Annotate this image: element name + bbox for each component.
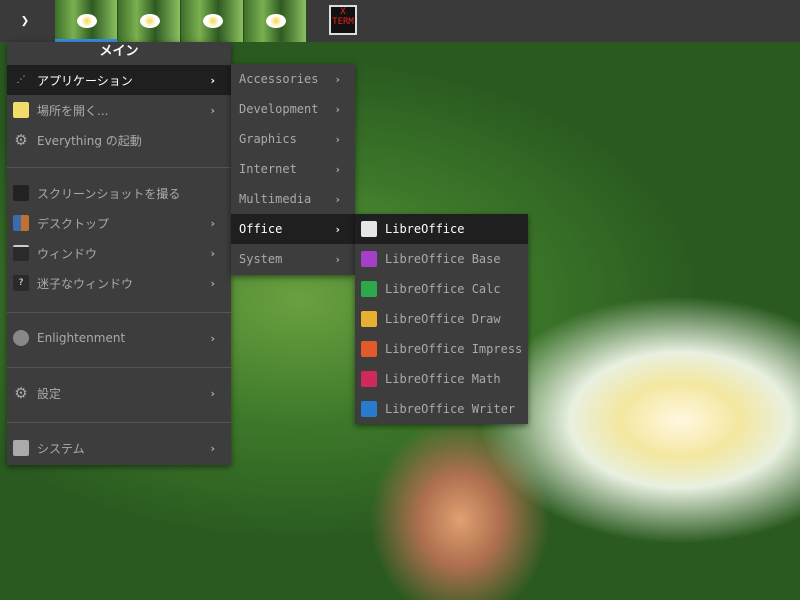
category-label: System: [239, 252, 283, 266]
chevron-right-icon: ›: [334, 72, 341, 86]
chevron-right-icon: ›: [210, 441, 215, 455]
gear-icon: ⚙: [14, 131, 28, 149]
menu-item-label: システム: [37, 441, 85, 456]
main-menu: メイン ⋰ アプリケーション › 場所を開く... › ⚙ Everything の起動スク…: [7, 42, 231, 465]
chevron-right-icon: ›: [334, 252, 341, 266]
desktop-4[interactable]: [244, 0, 307, 42]
applications-icon: ⋰: [16, 75, 26, 85]
libreoffice-icon: [361, 311, 377, 327]
chevron-right-icon: ›: [210, 103, 215, 117]
office-app-label: LibreOffice: [385, 222, 465, 236]
office-app-item[interactable]: LibreOffice Calc: [355, 274, 528, 304]
camera-icon: [13, 185, 29, 201]
desktop-2[interactable]: [118, 0, 181, 42]
desktop-pager: [55, 0, 307, 42]
office-app-item[interactable]: LibreOffice Impress: [355, 334, 528, 364]
menu-item-label: ウィンドウ: [37, 246, 98, 261]
chevron-right-icon: ›: [210, 331, 215, 345]
category-item[interactable]: Graphics ›: [231, 124, 355, 154]
chevron-right-icon: ›: [334, 192, 341, 206]
libreoffice-icon: [361, 221, 377, 237]
category-label: Internet: [239, 162, 297, 176]
menu-item-label: スクリーンショットを撮る: [37, 186, 181, 201]
office-app-label: LibreOffice Math: [385, 372, 501, 386]
monitor-icon: [13, 440, 29, 456]
lost-window-icon: ?: [13, 275, 29, 291]
category-label: Development: [239, 102, 319, 116]
libreoffice-icon: [361, 401, 377, 417]
xterm-label: X TERM: [332, 7, 354, 27]
category-label: Office: [239, 222, 283, 236]
chevron-right-icon: ›: [210, 386, 215, 400]
category-label: Accessories: [239, 72, 319, 86]
menu-item[interactable]: ウィンドウ ›: [7, 238, 231, 268]
menu-title: メイン: [99, 44, 139, 59]
office-submenu: LibreOffice LibreOffice Base LibreOffice C…: [355, 214, 528, 424]
menu-item-label: Enlightenment: [37, 331, 126, 345]
menu-separator: [7, 167, 231, 168]
menu-item[interactable]: デスクトップ ›: [7, 208, 231, 238]
office-app-item[interactable]: LibreOffice Writer: [355, 394, 528, 424]
chevron-right-icon: ›: [334, 132, 341, 146]
menu-separator: [7, 422, 231, 423]
category-label: Graphics: [239, 132, 297, 146]
office-app-item[interactable]: LibreOffice Draw: [355, 304, 528, 334]
menu-item[interactable]: ⚙ Everything の起動: [7, 125, 231, 155]
menu-separator: [7, 312, 231, 313]
libreoffice-icon: [361, 281, 377, 297]
office-app-item[interactable]: LibreOffice Base: [355, 244, 528, 274]
chevron-right-icon: ›: [334, 162, 341, 176]
menu-item[interactable]: ? 迷子なウィンドウ ›: [7, 268, 231, 298]
chevron-right-icon: ›: [210, 246, 215, 260]
desktop-1[interactable]: [55, 0, 118, 42]
libreoffice-icon: [361, 371, 377, 387]
chevron-down-icon[interactable]: ❯: [14, 10, 36, 32]
category-item[interactable]: Multimedia ›: [231, 184, 355, 214]
category-item[interactable]: Internet ›: [231, 154, 355, 184]
chevron-right-icon: ›: [334, 222, 341, 236]
applications-submenu: Accessories › Development › Graphics › Interne…: [231, 64, 355, 275]
chevron-right-icon: ›: [210, 276, 215, 290]
menu-item-label: 場所を開く...: [37, 103, 109, 118]
menu-item[interactable]: ⋰ アプリケーション ›: [7, 65, 231, 95]
menu-item-label: アプリケーション: [37, 73, 133, 88]
libreoffice-icon: [361, 341, 377, 357]
category-item[interactable]: Development ›: [231, 94, 355, 124]
menu-item[interactable]: 場所を開く... ›: [7, 95, 231, 125]
desktop-3[interactable]: [181, 0, 244, 42]
menu-item-label: デスクトップ: [37, 216, 110, 231]
office-app-label: LibreOffice Calc: [385, 282, 501, 296]
menu-item-label: Everything の起動: [37, 133, 142, 148]
category-item[interactable]: Accessories ›: [231, 64, 355, 94]
libreoffice-icon: [361, 251, 377, 267]
chevron-right-icon: ›: [334, 102, 341, 116]
gear-icon: ⚙: [14, 384, 28, 402]
menu-item[interactable]: システム ›: [7, 433, 231, 463]
menu-item-label: 設定: [37, 386, 62, 401]
menu-separator: [7, 367, 231, 368]
desktop-icon: [13, 215, 29, 231]
category-label: Multimedia: [239, 192, 312, 206]
window-icon: [13, 245, 29, 261]
xterm-icon[interactable]: X TERM: [329, 5, 357, 35]
office-app-label: LibreOffice Impress: [385, 342, 523, 356]
office-app-item[interactable]: LibreOffice: [355, 214, 528, 244]
category-item[interactable]: Office ›: [231, 214, 355, 244]
menu-item[interactable]: スクリーンショットを撮る: [7, 178, 231, 208]
top-shelf: ❯ X TERM: [0, 0, 800, 42]
menu-item[interactable]: Enlightenment ›: [7, 323, 231, 353]
menu-item-label: 迷子なウィンドウ: [37, 276, 134, 291]
category-item[interactable]: System ›: [231, 244, 355, 274]
chevron-right-icon: ›: [210, 216, 215, 230]
office-app-label: LibreOffice Writer: [385, 402, 516, 416]
folder-icon: [13, 102, 29, 118]
office-app-label: LibreOffice Draw: [385, 312, 501, 326]
chevron-right-icon: ›: [210, 73, 215, 87]
office-app-item[interactable]: LibreOffice Math: [355, 364, 528, 394]
enlightenment-icon: [13, 330, 29, 346]
office-app-label: LibreOffice Base: [385, 252, 501, 266]
menu-item[interactable]: ⚙ 設定 ›: [7, 378, 231, 408]
